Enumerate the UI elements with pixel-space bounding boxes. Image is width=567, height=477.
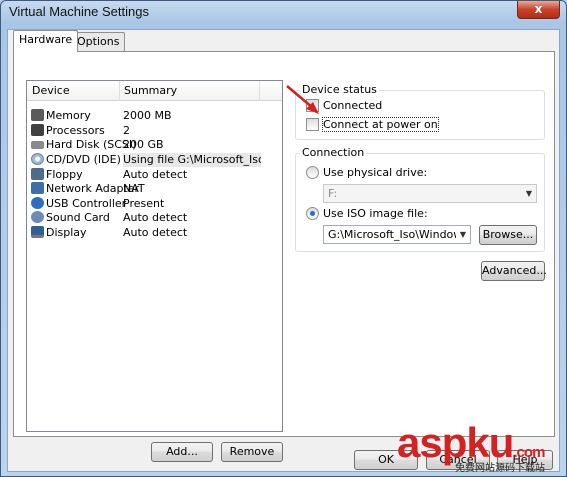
- window-title: Virtual Machine Settings: [9, 4, 149, 19]
- list-item[interactable]: Floppy Auto detect: [29, 168, 280, 182]
- advanced-button[interactable]: Advanced...: [481, 261, 547, 281]
- physical-drive-radio[interactable]: [306, 166, 319, 179]
- device-name: Floppy: [46, 168, 83, 181]
- tab-hardware[interactable]: Hardware: [13, 30, 79, 52]
- remove-button-label: Remove: [229, 445, 275, 458]
- list-header: Device Summary: [27, 81, 282, 101]
- annotation-arrow: [286, 85, 319, 114]
- device-summary: Auto detect: [123, 211, 188, 224]
- connect-at-power-on-label: Connect at power on: [322, 117, 439, 132]
- device-name: USB Controller: [46, 197, 127, 210]
- device-status-group: Device status Connected Connect at power…: [295, 83, 545, 140]
- iso-path-select[interactable]: G:\Microsoft_Iso\Windows 7 R ▼: [323, 225, 471, 244]
- device-name: CD/DVD (IDE): [46, 153, 121, 166]
- add-button-label: Add...: [166, 445, 198, 458]
- column-separator[interactable]: [119, 81, 120, 101]
- list-item[interactable]: Hard Disk (SCSI) 200 GB: [29, 138, 280, 152]
- device-summary: 2: [123, 124, 130, 137]
- aspku-watermark: aspku.com 免费网站源码下载站: [397, 419, 545, 474]
- physical-drive-label: Use physical drive:: [323, 166, 428, 179]
- tab-hardware-label: Hardware: [19, 33, 73, 46]
- device-summary: 200 GB: [123, 138, 164, 151]
- device-summary: Auto detect: [123, 226, 188, 239]
- display-icon: [31, 226, 44, 238]
- physical-drive-select[interactable]: F: ▼: [323, 184, 537, 203]
- chevron-down-icon: ▼: [456, 226, 470, 243]
- close-icon: x: [534, 2, 543, 16]
- remove-button[interactable]: Remove: [221, 442, 283, 462]
- settings-window: Virtual Machine Settings x Hardware Opti…: [0, 0, 567, 477]
- iso-image-radio[interactable]: [306, 207, 319, 220]
- device-summary: Present: [123, 197, 165, 210]
- network-icon: [31, 182, 44, 194]
- ok-button-label: OK: [378, 453, 394, 466]
- list-item-selected[interactable]: CD/DVD (IDE) Using file G:\Microsoft_Iso…: [29, 153, 280, 167]
- list-item[interactable]: Display Auto detect: [29, 226, 280, 240]
- connection-group: Connection Use physical drive: F: ▼ Use …: [295, 146, 545, 252]
- floppy-icon: [31, 168, 44, 180]
- device-summary: 2000 MB: [123, 109, 172, 122]
- close-button[interactable]: x: [517, 1, 560, 19]
- browse-button-label: Browse...: [482, 228, 534, 241]
- connection-label: Connection: [300, 146, 367, 159]
- processor-icon: [31, 124, 44, 136]
- device-name: Sound Card: [46, 211, 110, 224]
- add-button[interactable]: Add...: [151, 442, 213, 462]
- tab-options-label: Options: [77, 35, 120, 48]
- list-item[interactable]: Memory 2000 MB: [29, 109, 280, 123]
- chevron-down-icon: ▼: [525, 189, 533, 198]
- memory-icon: [31, 109, 44, 121]
- title-bar[interactable]: Virtual Machine Settings x: [1, 1, 566, 25]
- column-separator[interactable]: [259, 81, 260, 101]
- device-name: Memory: [46, 109, 91, 122]
- column-summary[interactable]: Summary: [124, 84, 177, 97]
- tab-options[interactable]: Options: [71, 32, 126, 52]
- watermark-caption: 免费网站源码下载站: [455, 463, 545, 474]
- device-summary: Auto detect: [123, 168, 188, 181]
- iso-image-label: Use ISO image file:: [323, 207, 428, 220]
- device-list[interactable]: Device Summary Memory 2000 MB Processors…: [26, 80, 283, 432]
- device-name: Processors: [46, 124, 105, 137]
- device-summary: NAT: [123, 182, 145, 195]
- hard-disk-icon: [31, 141, 44, 149]
- dialog-client-area: Hardware Options Device Summary Memory 2…: [7, 29, 560, 472]
- hardware-panel: Device Summary Memory 2000 MB Processors…: [13, 51, 555, 462]
- iso-path-value: G:\Microsoft_Iso\Windows 7 R: [328, 228, 470, 241]
- list-item[interactable]: Processors 2: [29, 124, 280, 138]
- advanced-button-label: Advanced...: [482, 264, 547, 277]
- list-item[interactable]: Network Adapter NAT: [29, 182, 280, 196]
- physical-drive-value: F:: [328, 187, 338, 200]
- list-item[interactable]: Sound Card Auto detect: [29, 211, 280, 225]
- connected-label: Connected: [323, 99, 383, 112]
- usb-icon: [31, 197, 44, 209]
- device-name: Display: [46, 226, 87, 239]
- browse-button[interactable]: Browse...: [479, 225, 537, 245]
- cd-dvd-icon: [31, 153, 44, 165]
- sound-icon: [31, 211, 44, 223]
- column-device[interactable]: Device: [32, 84, 70, 97]
- device-summary: Using file G:\Microsoft_Iso\...: [123, 153, 261, 167]
- list-item[interactable]: USB Controller Present: [29, 197, 280, 211]
